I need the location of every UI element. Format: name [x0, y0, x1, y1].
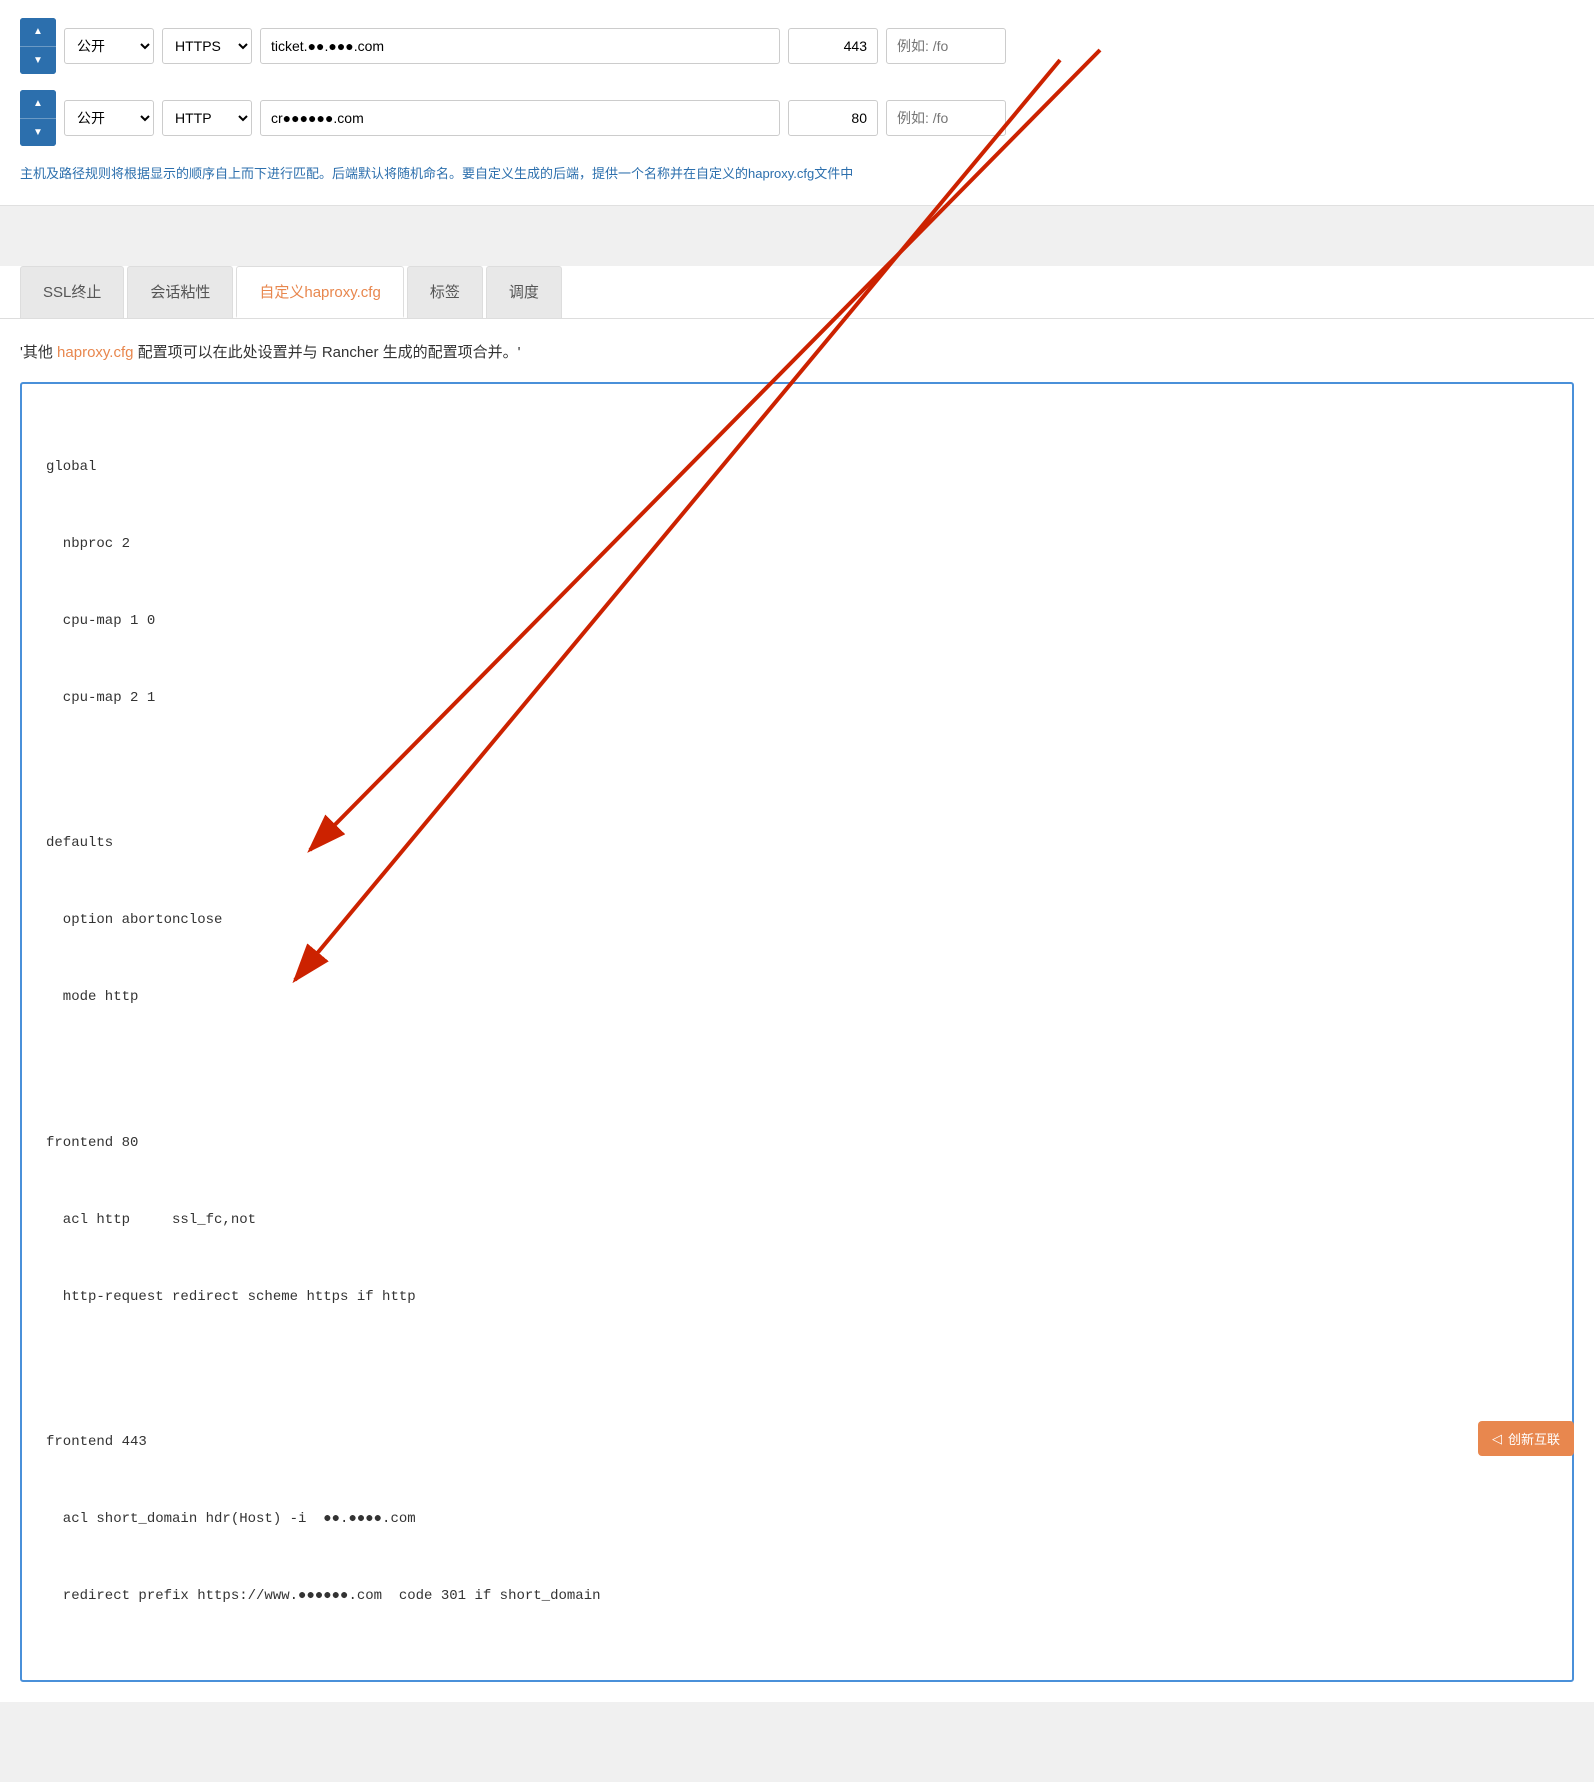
code-line-14: frontend 443: [46, 1429, 1548, 1456]
code-line-2: nbproc 2: [46, 531, 1548, 558]
row-2-access-select[interactable]: 公开: [64, 100, 154, 136]
row-2-protocol-select[interactable]: HTTP: [162, 100, 252, 136]
code-editor[interactable]: global nbproc 2 cpu-map 1 0 cpu-map 2 1 …: [20, 382, 1574, 1682]
row-2-down-button[interactable]: ▼: [20, 119, 56, 147]
gray-spacer: [0, 206, 1594, 266]
code-line-13: [46, 1361, 1548, 1379]
row-2-domain-input[interactable]: [260, 100, 780, 136]
code-line-15: acl short_domain hdr(Host) -i ●●.●●●●.co…: [46, 1506, 1548, 1533]
row-2-up-button[interactable]: ▲: [20, 90, 56, 119]
row-1-up-button[interactable]: ▲: [20, 18, 56, 47]
code-line-16: redirect prefix https://www.●●●●●●.com c…: [46, 1583, 1548, 1610]
tab-ssl[interactable]: SSL终止: [20, 266, 124, 318]
code-line-6: defaults: [46, 830, 1548, 857]
row-1-sort-buttons[interactable]: ▲ ▼: [20, 18, 56, 74]
code-line-9: [46, 1061, 1548, 1079]
code-line-1: global: [46, 454, 1548, 481]
code-line-10: frontend 80: [46, 1130, 1548, 1157]
row-1-down-button[interactable]: ▼: [20, 47, 56, 75]
tab-schedule[interactable]: 调度: [486, 266, 562, 318]
code-line-5: [46, 762, 1548, 780]
description-text: '其他 haproxy.cfg 配置项可以在此处设置并与 Rancher 生成的…: [20, 339, 1574, 366]
badge-text: 创新互联: [1508, 1429, 1560, 1448]
bottom-spacer: [0, 1702, 1594, 1782]
tabs-section: SSL终止 会话粘性 自定义haproxy.cfg 标签 调度: [0, 266, 1594, 319]
row-1-access-select[interactable]: 公开: [64, 28, 154, 64]
code-line-8: mode http: [46, 984, 1548, 1011]
row-2: ▲ ▼ 公开 HTTP: [0, 82, 1594, 154]
bottom-badge: ◁ 创新互联: [1478, 1421, 1574, 1456]
tabs-container: SSL终止 会话粘性 自定义haproxy.cfg 标签 调度: [20, 266, 1574, 318]
row-1-path-input[interactable]: [886, 28, 1006, 64]
info-text: 主机及路径规则将根据显示的顺序自上而下进行匹配。后端默认将随机命名。要自定义生成…: [0, 154, 1594, 195]
code-line-3: cpu-map 1 0: [46, 608, 1548, 635]
haproxy-link[interactable]: haproxy.cfg: [57, 344, 133, 361]
row-2-sort-buttons[interactable]: ▲ ▼: [20, 90, 56, 146]
code-line-7: option abortonclose: [46, 907, 1548, 934]
row-1: ▲ ▼ 公开 HTTPS: [0, 10, 1594, 82]
row-1-port-input[interactable]: [788, 28, 878, 64]
row-2-path-input[interactable]: [886, 100, 1006, 136]
badge-icon: ◁: [1492, 1431, 1502, 1447]
code-line-11: acl http ssl_fc,not: [46, 1207, 1548, 1234]
row-1-domain-input[interactable]: [260, 28, 780, 64]
top-section: ▲ ▼ 公开 HTTPS ▲ ▼ 公开 HTTP: [0, 0, 1594, 206]
row-2-port-input[interactable]: [788, 100, 878, 136]
row-1-protocol-select[interactable]: HTTPS: [162, 28, 252, 64]
content-section: '其他 haproxy.cfg 配置项可以在此处设置并与 Rancher 生成的…: [0, 319, 1594, 1702]
tab-haproxy[interactable]: 自定义haproxy.cfg: [236, 266, 403, 318]
page-wrapper: ▲ ▼ 公开 HTTPS ▲ ▼ 公开 HTTP: [0, 0, 1594, 1782]
code-line-4: cpu-map 2 1: [46, 685, 1548, 712]
tab-tags[interactable]: 标签: [407, 266, 483, 318]
tab-sticky[interactable]: 会话粘性: [127, 266, 233, 318]
code-line-12: http-request redirect scheme https if ht…: [46, 1284, 1548, 1311]
